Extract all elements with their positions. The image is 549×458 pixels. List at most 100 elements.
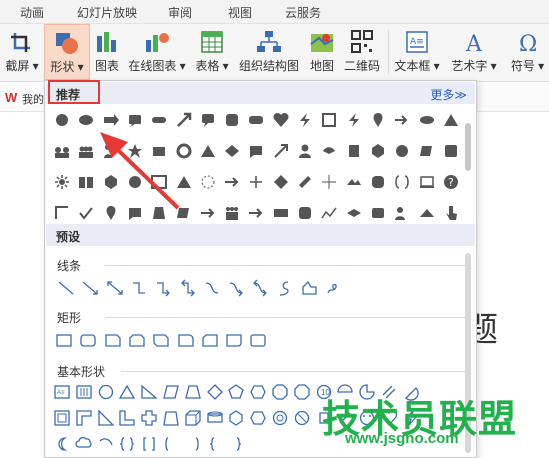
recommended-shape-icon[interactable] <box>345 142 363 160</box>
rect-shape-icon[interactable] <box>177 331 195 349</box>
rect-shape-icon[interactable] <box>225 331 243 349</box>
basic-shape-icon[interactable] <box>249 409 267 427</box>
line-shape-icon[interactable] <box>179 279 197 297</box>
basic-shape-icon[interactable] <box>97 435 115 453</box>
rect-shape-icon[interactable] <box>79 331 97 349</box>
qrcode-button[interactable]: 二维码 <box>340 24 384 80</box>
basic-shape-icon[interactable] <box>184 435 202 453</box>
recommended-shape-icon[interactable] <box>150 204 168 222</box>
recommended-shape-icon[interactable] <box>442 204 460 222</box>
recommended-shape-icon[interactable] <box>393 111 411 129</box>
rect-shape-icon[interactable] <box>201 331 219 349</box>
recommended-shape-icon[interactable] <box>199 111 217 129</box>
recommended-shape-icon[interactable] <box>223 111 241 129</box>
recommended-shape-icon[interactable] <box>247 173 265 191</box>
basic-shape-icon[interactable] <box>184 383 202 401</box>
basic-shape-icon[interactable]: A≡ <box>53 383 71 401</box>
line-shape-icon[interactable] <box>276 279 294 297</box>
recommended-shape-icon[interactable] <box>320 142 338 160</box>
recommended-shape-icon[interactable] <box>102 204 120 222</box>
recommended-shape-icon[interactable] <box>126 111 144 129</box>
line-shape-icon[interactable] <box>154 279 172 297</box>
basic-shape-icon[interactable] <box>206 435 224 453</box>
rect-shape-icon[interactable] <box>128 331 146 349</box>
line-shape-icon[interactable] <box>57 279 75 297</box>
tab-review[interactable]: 审阅 <box>168 4 192 21</box>
recommended-shape-icon[interactable] <box>150 173 168 191</box>
recommended-shape-icon[interactable] <box>126 142 144 160</box>
recommended-shape-icon[interactable] <box>199 142 217 160</box>
map-button[interactable]: 地图 <box>304 24 340 80</box>
recommended-shape-icon[interactable] <box>369 173 387 191</box>
line-shape-icon[interactable] <box>130 279 148 297</box>
basic-shape-icon[interactable] <box>53 435 71 453</box>
recommended-shape-icon[interactable] <box>199 173 217 191</box>
recommended-shape-icon[interactable] <box>418 111 436 129</box>
recommended-shape-icon[interactable] <box>77 173 95 191</box>
recommended-scrollbar[interactable] <box>465 123 471 171</box>
basic-shape-icon[interactable] <box>118 435 136 453</box>
recommended-shape-icon[interactable] <box>296 111 314 129</box>
line-shape-icon[interactable] <box>324 279 342 297</box>
line-shape-icon[interactable] <box>300 279 318 297</box>
recommended-shape-icon[interactable] <box>77 111 95 129</box>
recommended-shape-icon[interactable] <box>53 142 71 160</box>
basic-shape-icon[interactable] <box>206 409 224 427</box>
basic-shape-icon[interactable] <box>118 409 136 427</box>
tab-animation[interactable]: 动画 <box>20 4 44 21</box>
basic-shape-icon[interactable] <box>97 409 115 427</box>
basic-shape-icon[interactable] <box>140 409 158 427</box>
recommended-shape-icon[interactable] <box>53 173 71 191</box>
recommended-shape-icon[interactable] <box>320 173 338 191</box>
recommended-shape-icon[interactable] <box>223 173 241 191</box>
basic-shape-icon[interactable] <box>162 409 180 427</box>
recommended-shape-icon[interactable] <box>393 173 411 191</box>
symbol-button[interactable]: Ω 符号 ▾ <box>506 24 549 80</box>
recommended-shape-icon[interactable] <box>175 111 193 129</box>
basic-shape-icon[interactable] <box>293 383 311 401</box>
rect-shape-icon[interactable] <box>55 331 73 349</box>
basic-shape-icon[interactable] <box>75 435 93 453</box>
wps-label[interactable]: 我的 <box>22 91 44 107</box>
basic-shape-icon[interactable] <box>140 435 158 453</box>
recommended-shape-icon[interactable] <box>247 142 265 160</box>
recommended-shape-icon[interactable] <box>223 142 241 160</box>
recommended-shape-icon[interactable] <box>345 111 363 129</box>
recommended-shape-icon[interactable] <box>126 173 144 191</box>
rect-shape-icon[interactable] <box>104 331 122 349</box>
basic-shape-icon[interactable] <box>162 435 180 453</box>
line-shape-icon[interactable] <box>251 279 269 297</box>
basic-shape-icon[interactable] <box>227 383 245 401</box>
recommended-shape-icon[interactable] <box>393 204 411 222</box>
basic-shape-icon[interactable] <box>249 383 267 401</box>
line-shape-icon[interactable] <box>106 279 124 297</box>
tab-slideshow[interactable]: 幻灯片放映 <box>77 4 137 21</box>
recommended-shape-icon[interactable] <box>272 204 290 222</box>
recommended-shape-icon[interactable] <box>296 142 314 160</box>
recommended-shape-icon[interactable] <box>442 142 460 160</box>
recommended-shape-icon[interactable] <box>247 111 265 129</box>
tab-view[interactable]: 视图 <box>228 4 252 21</box>
more-link[interactable]: 更多≫ <box>430 86 467 103</box>
recommended-shape-icon[interactable] <box>320 204 338 222</box>
basic-shape-icon[interactable] <box>53 409 71 427</box>
recommended-shape-icon[interactable] <box>320 111 338 129</box>
rect-shape-icon[interactable] <box>249 331 267 349</box>
recommended-shape-icon[interactable] <box>345 204 363 222</box>
recommended-shape-icon[interactable] <box>77 142 95 160</box>
recommended-shape-icon[interactable] <box>53 204 71 222</box>
recommended-shape-icon[interactable] <box>296 204 314 222</box>
recommended-shape-icon[interactable] <box>247 204 265 222</box>
recommended-shape-icon[interactable] <box>102 173 120 191</box>
recommended-shape-icon[interactable] <box>175 173 193 191</box>
recommended-shape-icon[interactable] <box>442 111 460 129</box>
wordart-button[interactable]: A 艺术字 ▾ <box>446 24 502 80</box>
line-shape-icon[interactable] <box>227 279 245 297</box>
basic-shape-icon[interactable] <box>227 435 245 453</box>
basic-shape-icon[interactable] <box>140 383 158 401</box>
basic-shape-icon[interactable] <box>184 409 202 427</box>
recommended-shape-icon[interactable] <box>418 142 436 160</box>
recommended-shape-icon[interactable] <box>345 173 363 191</box>
basic-shape-icon[interactable] <box>97 383 115 401</box>
screenshot-button[interactable]: 截屏 ▾ <box>0 24 44 80</box>
